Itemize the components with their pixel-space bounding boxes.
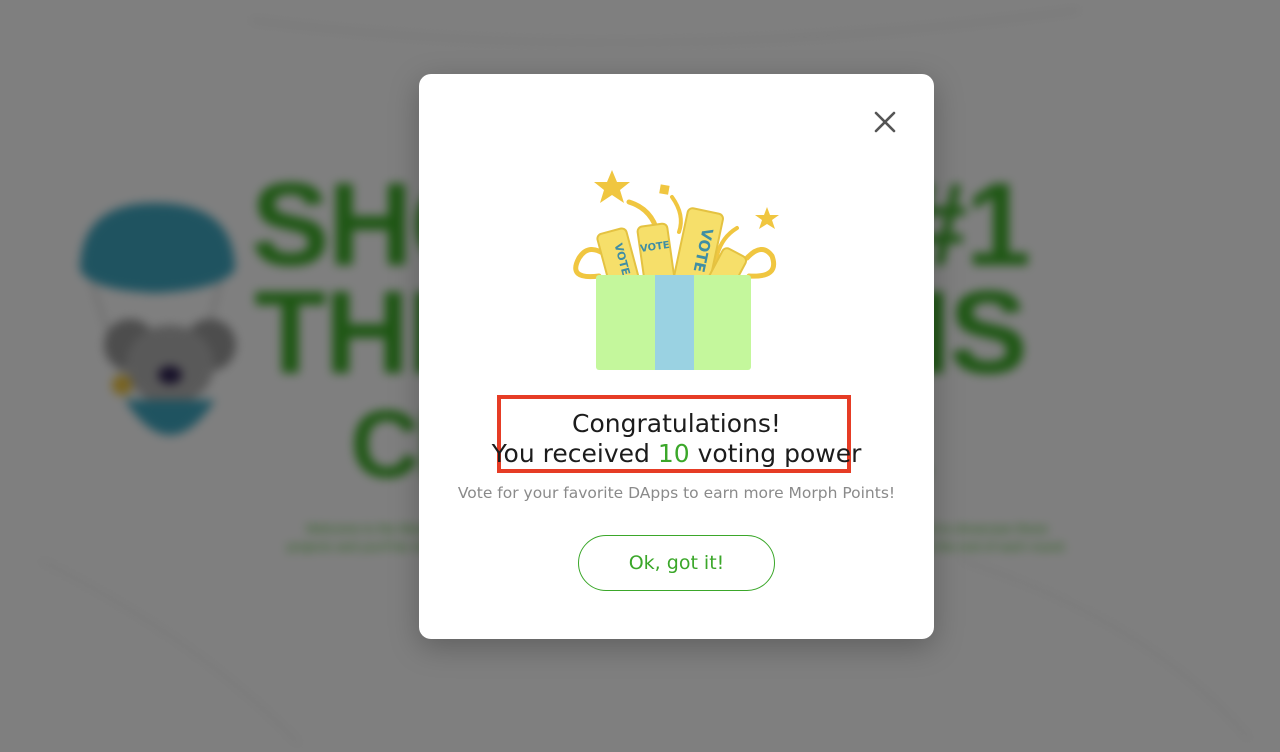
voting-power-message: You received 10 voting power <box>419 438 934 470</box>
gift-box-with-vote-tickets-icon: VOTE VOTE VOTE <box>573 170 779 370</box>
received-prefix: You received <box>491 439 650 468</box>
congrats-title: Congratulations! <box>572 409 781 438</box>
modal-subtitle: Vote for your favorite DApps to earn mor… <box>457 484 896 502</box>
received-suffix: voting power <box>697 439 862 468</box>
voting-power-value: 10 <box>657 439 690 468</box>
close-icon <box>874 111 896 133</box>
close-button[interactable] <box>870 107 900 137</box>
page: SHOW THE #1 THE GENESIS CHALLENGE Welcom… <box>0 0 1280 752</box>
reward-modal: VOTE VOTE VOTE Congratulations! You rece… <box>419 74 934 639</box>
ok-got-it-button[interactable]: Ok, got it! <box>578 535 775 591</box>
